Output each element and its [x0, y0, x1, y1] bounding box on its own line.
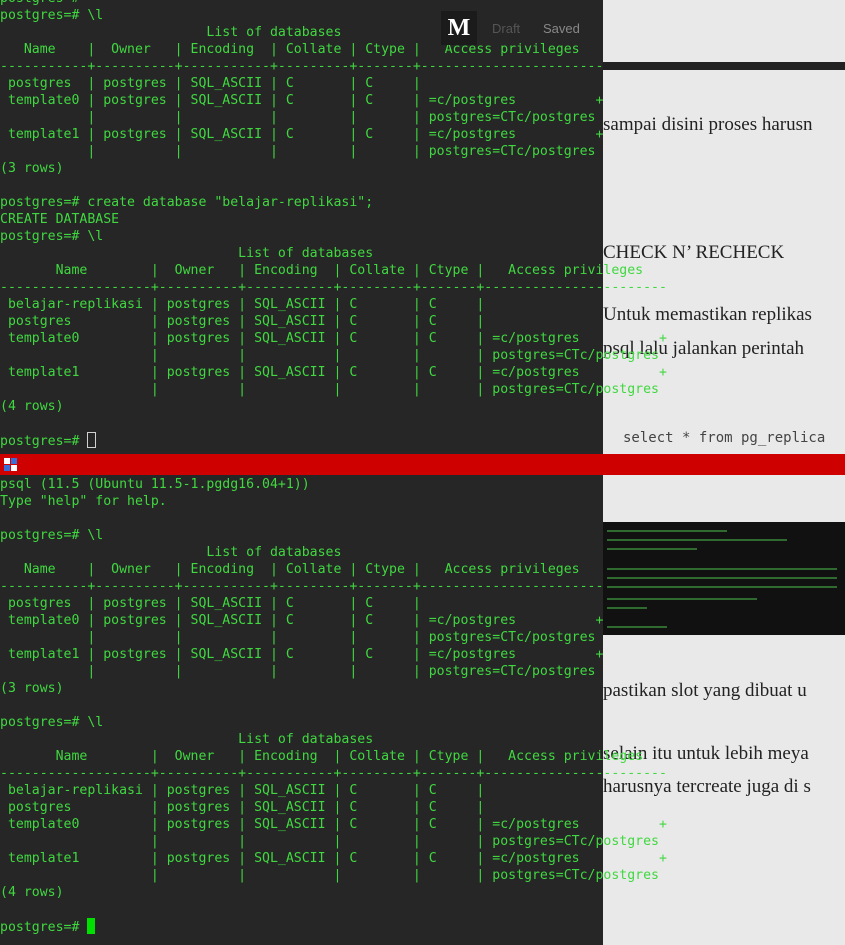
terminal-titlebar[interactable]: [0, 454, 845, 475]
terminal-line: Type "help" for help.: [0, 494, 167, 509]
terminal-line: Name | Owner | Encoding | Collate | Ctyp…: [0, 42, 580, 57]
terminal-top[interactable]: postgres=# postgres=# \l List of database…: [0, 0, 667, 449]
terminal-line: (3 rows): [0, 681, 64, 696]
doc-screenshot-image: [603, 522, 845, 635]
terminal-line: | | | | | postgres=CTc/postgres: [0, 630, 596, 645]
terminal-line: -----------+----------+-----------+-----…: [0, 579, 604, 594]
terminal-app-icon: [4, 458, 18, 471]
doc-paragraph-2[interactable]: Untuk memastikan replikas: [603, 304, 812, 326]
terminal-line: -----------+----------+-----------+-----…: [0, 59, 604, 74]
terminal-line: List of databases: [0, 246, 374, 261]
document-header-bar: [603, 62, 845, 70]
terminal-line: template0 | postgres | SQL_ASCII | C | C…: [0, 331, 667, 346]
terminal-line: (4 rows): [0, 399, 64, 414]
medium-logo[interactable]: M: [441, 11, 477, 45]
terminal-line: | | | | | postgres=CTc/postgres: [0, 144, 596, 159]
prompt-text: postgres=#: [0, 434, 88, 449]
terminal-line: postgres=# \l: [0, 528, 104, 543]
terminal-line: List of databases: [0, 545, 342, 560]
prompt-line[interactable]: postgres=#: [0, 432, 603, 449]
terminal-line: | | | | | postgres=CTc/postgres: [0, 110, 596, 125]
terminal-line: CREATE DATABASE: [0, 212, 120, 227]
prompt-text: postgres=#: [0, 920, 88, 935]
terminal-line: Name | Owner | Encoding | Collate | Ctyp…: [0, 562, 580, 577]
prompt-line[interactable]: postgres=#: [0, 918, 603, 935]
doc-heading-check[interactable]: CHECK N’ RECHECK: [603, 242, 784, 264]
doc-paragraph-1[interactable]: sampai disini proses harusn: [603, 114, 813, 136]
terminal-line: postgres=#: [0, 0, 603, 7]
terminal-line: postgres=# \l: [0, 229, 104, 244]
terminal-line: -------------------+----------+---------…: [0, 766, 667, 781]
terminal-line: template1 | postgres | SQL_ASCII | C | C…: [0, 365, 667, 380]
terminal-line: template0 | postgres | SQL_ASCII | C | C…: [0, 613, 604, 628]
terminal-line: template0 | postgres | SQL_ASCII | C | C…: [0, 817, 667, 832]
terminal-line: belajar-replikasi | postgres | SQL_ASCII…: [0, 783, 485, 798]
terminal-line: template1 | postgres | SQL_ASCII | C | C…: [0, 127, 604, 142]
terminal-line: postgres=# \l: [0, 715, 104, 730]
terminal-line: belajar-replikasi | postgres | SQL_ASCII…: [0, 297, 485, 312]
terminal-line: postgres | postgres | SQL_ASCII | C | C …: [0, 800, 485, 815]
inactive-cursor: [87, 432, 97, 448]
terminal-line: postgres | postgres | SQL_ASCII | C | C …: [0, 76, 421, 91]
terminal-line: (4 rows): [0, 885, 64, 900]
doc-code-block[interactable]: select * from pg_replica: [623, 430, 825, 446]
active-cursor: [87, 918, 96, 934]
terminal-line: postgres=# create database "belajar-repl…: [0, 195, 374, 210]
doc-paragraph-4[interactable]: pastikan slot yang dibuat u: [603, 680, 807, 702]
terminal-line: template1 | postgres | SQL_ASCII | C | C…: [0, 851, 667, 866]
terminal-bottom[interactable]: psql (11.5 (Ubuntu 11.5-1.pgdg16.04+1)) T…: [0, 476, 667, 935]
terminal-line: | | | | | postgres=CTc/postgres: [0, 868, 659, 883]
terminal-line: (3 rows): [0, 161, 64, 176]
terminal-line: | | | | | postgres=CTc/postgres: [0, 664, 596, 679]
terminal-line: | | | | | postgres=CTc/postgres: [0, 382, 659, 397]
terminal-line: | | | | | postgres=CTc/postgres: [0, 834, 659, 849]
terminal-line: postgres | postgres | SQL_ASCII | C | C …: [0, 314, 485, 329]
terminal-line: psql (11.5 (Ubuntu 11.5-1.pgdg16.04+1)): [0, 477, 310, 492]
saved-status: Saved: [543, 21, 580, 36]
terminal-line: postgres | postgres | SQL_ASCII | C | C …: [0, 596, 421, 611]
terminal-line: template0 | postgres | SQL_ASCII | C | C…: [0, 93, 604, 108]
terminal-line: Name | Owner | Encoding | Collate | Ctyp…: [0, 263, 644, 278]
draft-status: Draft: [492, 21, 521, 36]
terminal-line: | | | | | postgres=CTc/postgres: [0, 348, 659, 363]
terminal-line: -------------------+----------+---------…: [0, 280, 667, 295]
terminal-line: template1 | postgres | SQL_ASCII | C | C…: [0, 647, 604, 662]
terminal-line: List of databases: [0, 732, 374, 747]
terminal-line: Name | Owner | Encoding | Collate | Ctyp…: [0, 749, 644, 764]
